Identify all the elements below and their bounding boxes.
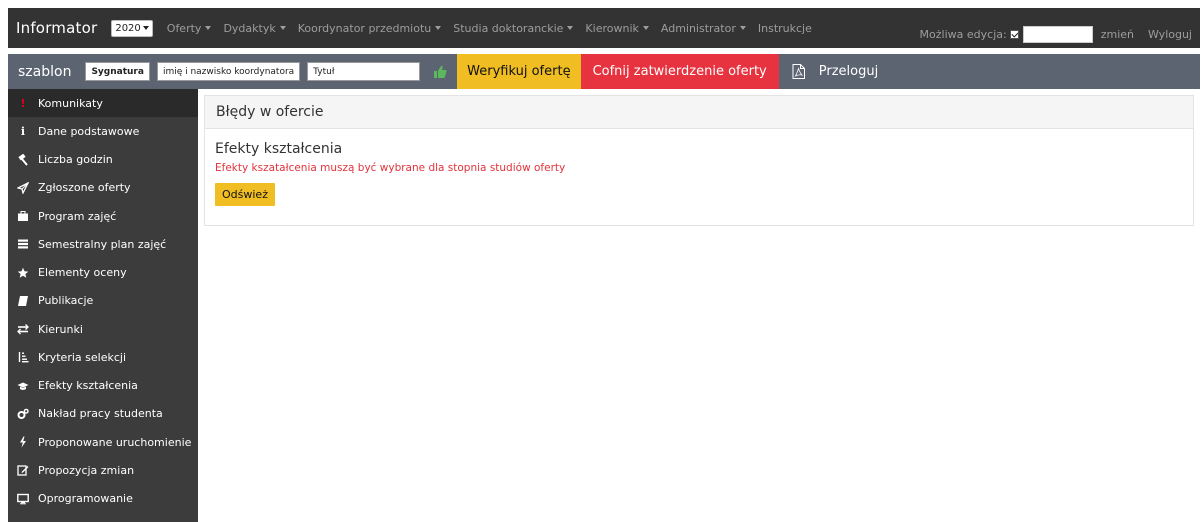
sidebar-item-program-zajec[interactable]: Program zajęć [8,202,198,230]
error-message: Efekty kszatałcenia muszą być wybrane dl… [215,162,566,174]
refresh-button[interactable]: Odśwież [215,183,275,206]
title-field[interactable]: Tytuł [307,62,421,81]
chevron-down-icon [567,26,574,30]
exchange-icon [17,323,29,335]
sidebar-item-label: Publikacje [38,294,94,308]
sidebar-item-publikacje[interactable]: Publikacje [8,287,198,315]
cogs-icon [17,408,29,420]
sidebar-item-label: Dane podstawowe [38,124,140,138]
coordinator-field[interactable]: imię i nazwisko koordynatora [156,62,301,81]
chevron-down-icon [205,26,212,30]
sidebar-item-dane-podstawowe[interactable]: i Dane podstawowe [8,117,198,145]
edit-mode-checkbox[interactable] [1009,29,1019,39]
sidebar-item-kryteria-selekcji[interactable]: Kryteria selekcji [8,343,198,371]
section-title: Efekty kształcenia [215,141,343,157]
nav-menu-label: Oferty [166,21,202,35]
nav-menu-instrukcje[interactable]: Instrukcje [758,22,812,35]
panel-body: Efekty kształcenia Efekty kszatałcenia m… [205,129,1193,218]
edit-mode-label: Możliwa edycja: [919,27,1007,41]
sidebar-item-label: Kryteria selekcji [38,350,126,364]
year-select-value: 2020 [115,22,141,34]
sidebar-item-komunikaty[interactable]: ! Komunikaty [8,89,198,118]
top-navbar-wrapper: Informator 2020 Oferty Dydaktyk Koordyna… [0,0,1202,48]
list-icon [17,238,29,250]
sidebar-item-label: Liczba godzin [38,153,113,167]
change-link[interactable]: zmień [1101,28,1134,41]
chevron-down-icon [642,26,649,30]
nav-menu-label: Studia doktoranckie [453,21,564,35]
chevron-down-icon [279,26,286,30]
chevron-down-icon [435,26,442,30]
gavel-icon [17,153,29,166]
sidebar-item-label: Komunikaty [38,96,103,110]
offer-errors-panel: Błędy w ofercie Efekty kształcenia Efekt… [204,95,1194,226]
signature-field[interactable]: Sygnatura [85,62,150,81]
nav-menu-kierownik[interactable]: Kierownik [585,21,649,35]
briefcase-icon [17,210,29,222]
exclamation-icon: ! [20,96,26,110]
info-icon: i [20,124,26,138]
sidebar-item-proponowane-uruchomienie[interactable]: Proponowane uruchomienie [8,428,198,456]
verify-offer-button[interactable]: Weryfikuj ofertę [457,54,581,89]
bolt-icon [17,436,29,448]
chevron-down-icon [739,26,746,30]
sidebar-item-label: Program zajęć [38,209,117,223]
nav-menu-administrator[interactable]: Administrator [661,22,746,35]
nav-menu-label: Instrukcje [757,21,812,35]
offer-toolbar: szablon Sygnatura imię i nazwisko koordy… [8,54,1200,89]
edit-mode-input[interactable] [1022,25,1093,43]
book-icon [17,295,29,307]
edit-icon [17,464,29,477]
nav-menu-dydaktyk[interactable]: Dydaktyk [223,21,286,35]
nav-right-group: Możliwa edycja: zmień Wyloguj [920,14,1200,54]
sidebar-item-label: Oprogramowanie [38,492,133,506]
sidebar: ! Komunikaty i Dane podstawowe Liczba go… [8,89,198,522]
sidebar-item-label: Zgłoszone oferty [38,181,131,195]
thumbs-up-icon[interactable] [433,65,447,79]
nav-menu-label: Kierownik [585,21,639,35]
pdf-icon[interactable] [792,64,805,79]
nav-menu-koordynator[interactable]: Koordynator przedmiotu [298,22,442,35]
nav-menu-label: Koordynator przedmiotu [297,21,432,35]
sidebar-item-kierunki[interactable]: Kierunki [8,315,198,343]
sidebar-item-oprogramowanie[interactable]: Oprogramowanie [8,485,198,513]
sidebar-item-label: Nakład pracy studenta [38,407,163,421]
nav-menu-oferty[interactable]: Oferty [167,22,212,35]
nav-menu-label: Administrator [660,21,736,35]
template-label: szablon [18,63,72,80]
sort-icon [17,351,29,363]
chevron-down-icon [142,26,149,30]
sidebar-item-liczba-godzin[interactable]: Liczba godzin [8,146,198,174]
sidebar-item-label: Kierunki [38,322,83,336]
sidebar-item-zgloszone-oferty[interactable]: Zgłoszone oferty [8,174,198,202]
sidebar-item-efekty-ksztalcenia[interactable]: Efekty kształcenia [8,372,198,400]
graduation-cap-icon [17,380,29,392]
panel-title: Błędy w ofercie [205,96,1193,129]
sidebar-item-label: Propozycja zmian [38,463,135,477]
sidebar-item-label: Proponowane uruchomienie [38,435,192,449]
revoke-approval-button[interactable]: Cofnij zatwierdzenie oferty [580,54,779,89]
sidebar-item-elementy-oceny[interactable]: Elementy oceny [8,259,198,287]
sidebar-item-naklad-pracy[interactable]: Nakład pracy studenta [8,400,198,428]
sidebar-item-semestralny-plan[interactable]: Semestralny plan zajęć [8,230,198,258]
sidebar-item-propozycja-zmian[interactable]: Propozycja zmian [8,456,198,484]
relogin-link[interactable]: Przeloguj [819,64,878,79]
send-icon [17,181,29,194]
sidebar-item-label: Elementy oceny [38,266,127,280]
nav-menu-label: Dydaktyk [223,21,276,35]
brand-link[interactable]: Informator [16,19,97,37]
year-select[interactable]: 2020 [111,19,153,37]
desktop-icon [17,493,29,505]
sidebar-item-label: Efekty kształcenia [38,379,138,393]
top-navbar: Informator 2020 Oferty Dydaktyk Koordyna… [8,8,1200,48]
sidebar-item-label: Semestralny plan zajęć [38,237,167,251]
logout-link[interactable]: Wyloguj [1148,28,1192,41]
nav-menu-studia-doktoranckie[interactable]: Studia doktoranckie [453,21,574,35]
star-icon [17,267,29,279]
